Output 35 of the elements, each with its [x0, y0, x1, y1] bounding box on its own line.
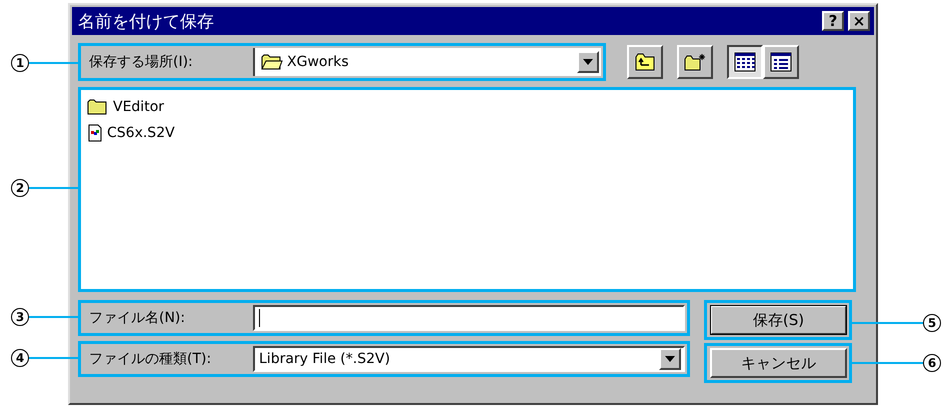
- location-dropdown[interactable]: XGworks: [253, 48, 601, 76]
- folder-icon: [261, 53, 283, 71]
- document-icon: [87, 124, 103, 142]
- toolbar-button[interactable]: [727, 45, 763, 79]
- dropdown-arrow-icon: [665, 356, 675, 362]
- item-name: VEditor: [113, 99, 164, 115]
- list-view-icon: [734, 52, 756, 72]
- dropdown-arrow-icon: [583, 59, 593, 65]
- window-title: 名前を付けて保存: [78, 10, 214, 32]
- file-list-item[interactable]: VEditor: [87, 94, 847, 120]
- dropdown-button[interactable]: [577, 51, 599, 73]
- filename-field[interactable]: [253, 305, 685, 331]
- callout-number: 5: [923, 314, 941, 332]
- file-type-dropdown[interactable]: Library File (*.S2V): [253, 346, 685, 372]
- new-folder-icon: [684, 53, 706, 71]
- item-name: CS6x.S2V: [107, 125, 175, 141]
- field-label: ファイルの種類(T):: [88, 350, 212, 368]
- dropdown-value: XGworks: [287, 54, 350, 70]
- field-label: 保存する場所(I):: [88, 53, 194, 71]
- close-button[interactable]: ×: [848, 11, 870, 31]
- cancel-button[interactable]: キャンセル: [710, 348, 847, 378]
- save-button[interactable]: 保存(S): [710, 305, 847, 335]
- callout-number: 1: [11, 54, 29, 72]
- dropdown-value: Library File (*.S2V): [259, 351, 392, 367]
- details-view-icon: [770, 52, 792, 72]
- callout-number: 6: [923, 354, 941, 372]
- folder-icon: [87, 98, 109, 116]
- callout-number: 2: [11, 179, 29, 197]
- folder-up-icon: [635, 53, 655, 71]
- callout-number: 3: [11, 308, 29, 326]
- field-label: ファイル名(N):: [88, 309, 186, 327]
- callout-number: 4: [11, 349, 29, 367]
- dropdown-button[interactable]: [659, 348, 681, 370]
- help-button[interactable]: ?: [822, 11, 844, 31]
- file-list-item[interactable]: CS6x.S2V: [87, 120, 847, 146]
